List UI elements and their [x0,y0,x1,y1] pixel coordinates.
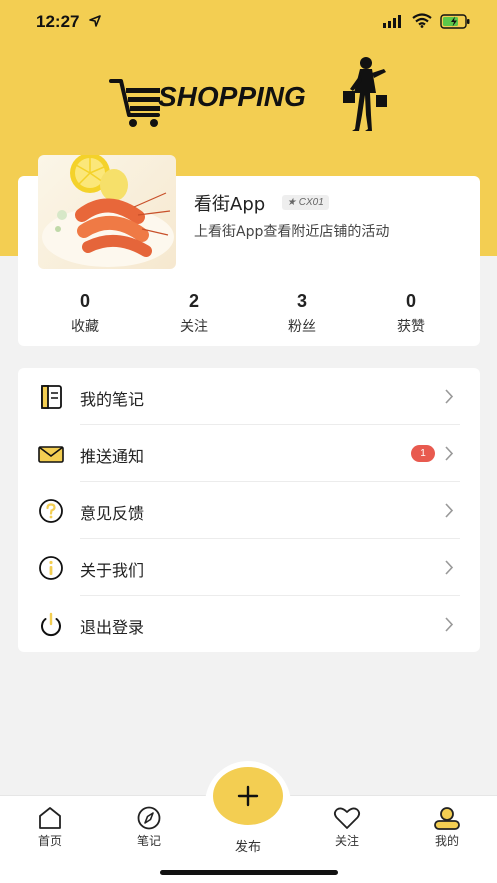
question-icon [39,499,63,523]
publish-label: 发布 [234,840,261,855]
menu-item-label: 推送通知 [80,447,145,466]
menu-item-feedback[interactable]: 意见反馈 [18,482,480,539]
tab-notes[interactable]: 笔记 [114,806,184,849]
chevron-right-icon [445,617,454,632]
status-bar: 12:27 [0,0,497,44]
shopping-logo: SHOPPING [108,55,393,135]
user-badge-text: CX01 [298,197,324,208]
stat-value: 0 [79,291,90,311]
location-arrow-icon [89,15,101,27]
avatar[interactable] [38,155,176,269]
stat-following[interactable]: 2 关注 [139,290,249,336]
menu-item-label: 退出登录 [80,618,145,637]
home-icon [39,807,61,829]
menu-item-my-notes[interactable]: 我的笔记 [18,368,480,425]
tab-home[interactable]: 首页 [15,806,85,849]
menu-item-label: 关于我们 [80,561,145,580]
status-time: 12:27 [36,12,80,31]
stat-favorites[interactable]: 0 收藏 [30,290,140,336]
user-subtitle: 上看街App查看附近店铺的活动 [194,224,390,240]
stat-value: 0 [405,291,416,311]
power-icon [41,612,61,637]
stat-followers[interactable]: 3 粉丝 [247,290,357,336]
tab-label: 关注 [334,834,359,848]
menu-item-label: 意见反馈 [80,504,145,523]
tab-label: 我的 [434,834,459,848]
tab-follow[interactable]: 关注 [312,806,382,849]
menu-item-about-us[interactable]: 关于我们 [18,539,480,596]
menu-item-push-notifications[interactable]: 推送通知 1 [18,425,480,482]
notification-badge: 1 [411,445,435,462]
compass-icon [137,806,161,830]
menu-item-logout[interactable]: 退出登录 [18,596,480,653]
stat-label: 收藏 [71,319,99,335]
stat-likes[interactable]: 0 获赞 [356,290,466,336]
signal-icon [383,15,401,28]
stat-value: 3 [296,291,307,311]
chevron-right-icon [445,560,454,575]
shopper-silhouette-icon [343,57,387,131]
stat-label: 粉丝 [288,319,316,335]
plus-icon [237,785,259,807]
wifi-icon [412,13,432,28]
avatar-shrimp-image [42,155,174,267]
stat-value: 2 [188,291,199,311]
publish-button[interactable] [213,767,283,825]
chevron-right-icon [445,446,454,461]
home-indicator [160,870,338,875]
tab-mine[interactable]: 我的 [412,806,482,849]
profile-icon [434,807,460,830]
notebook-icon [41,385,62,409]
chevron-right-icon [445,503,454,518]
stat-label: 关注 [180,319,208,335]
menu-item-label: 我的笔记 [80,390,145,409]
logo-text: SHOPPING [158,81,306,112]
info-icon [39,556,63,580]
envelope-icon [38,446,64,463]
user-name: 看街App [194,194,266,215]
stat-label: 获赞 [397,319,425,335]
battery-icon [440,14,470,29]
heart-icon [333,807,361,829]
menu-card: 我的笔记 推送通知 1 意见反馈 关于我们 退出登录 [18,368,480,652]
tab-label: 笔记 [136,834,161,848]
chevron-right-icon [445,389,454,404]
tab-label: 首页 [37,834,62,848]
user-badge: ★ CX01 [282,195,329,210]
